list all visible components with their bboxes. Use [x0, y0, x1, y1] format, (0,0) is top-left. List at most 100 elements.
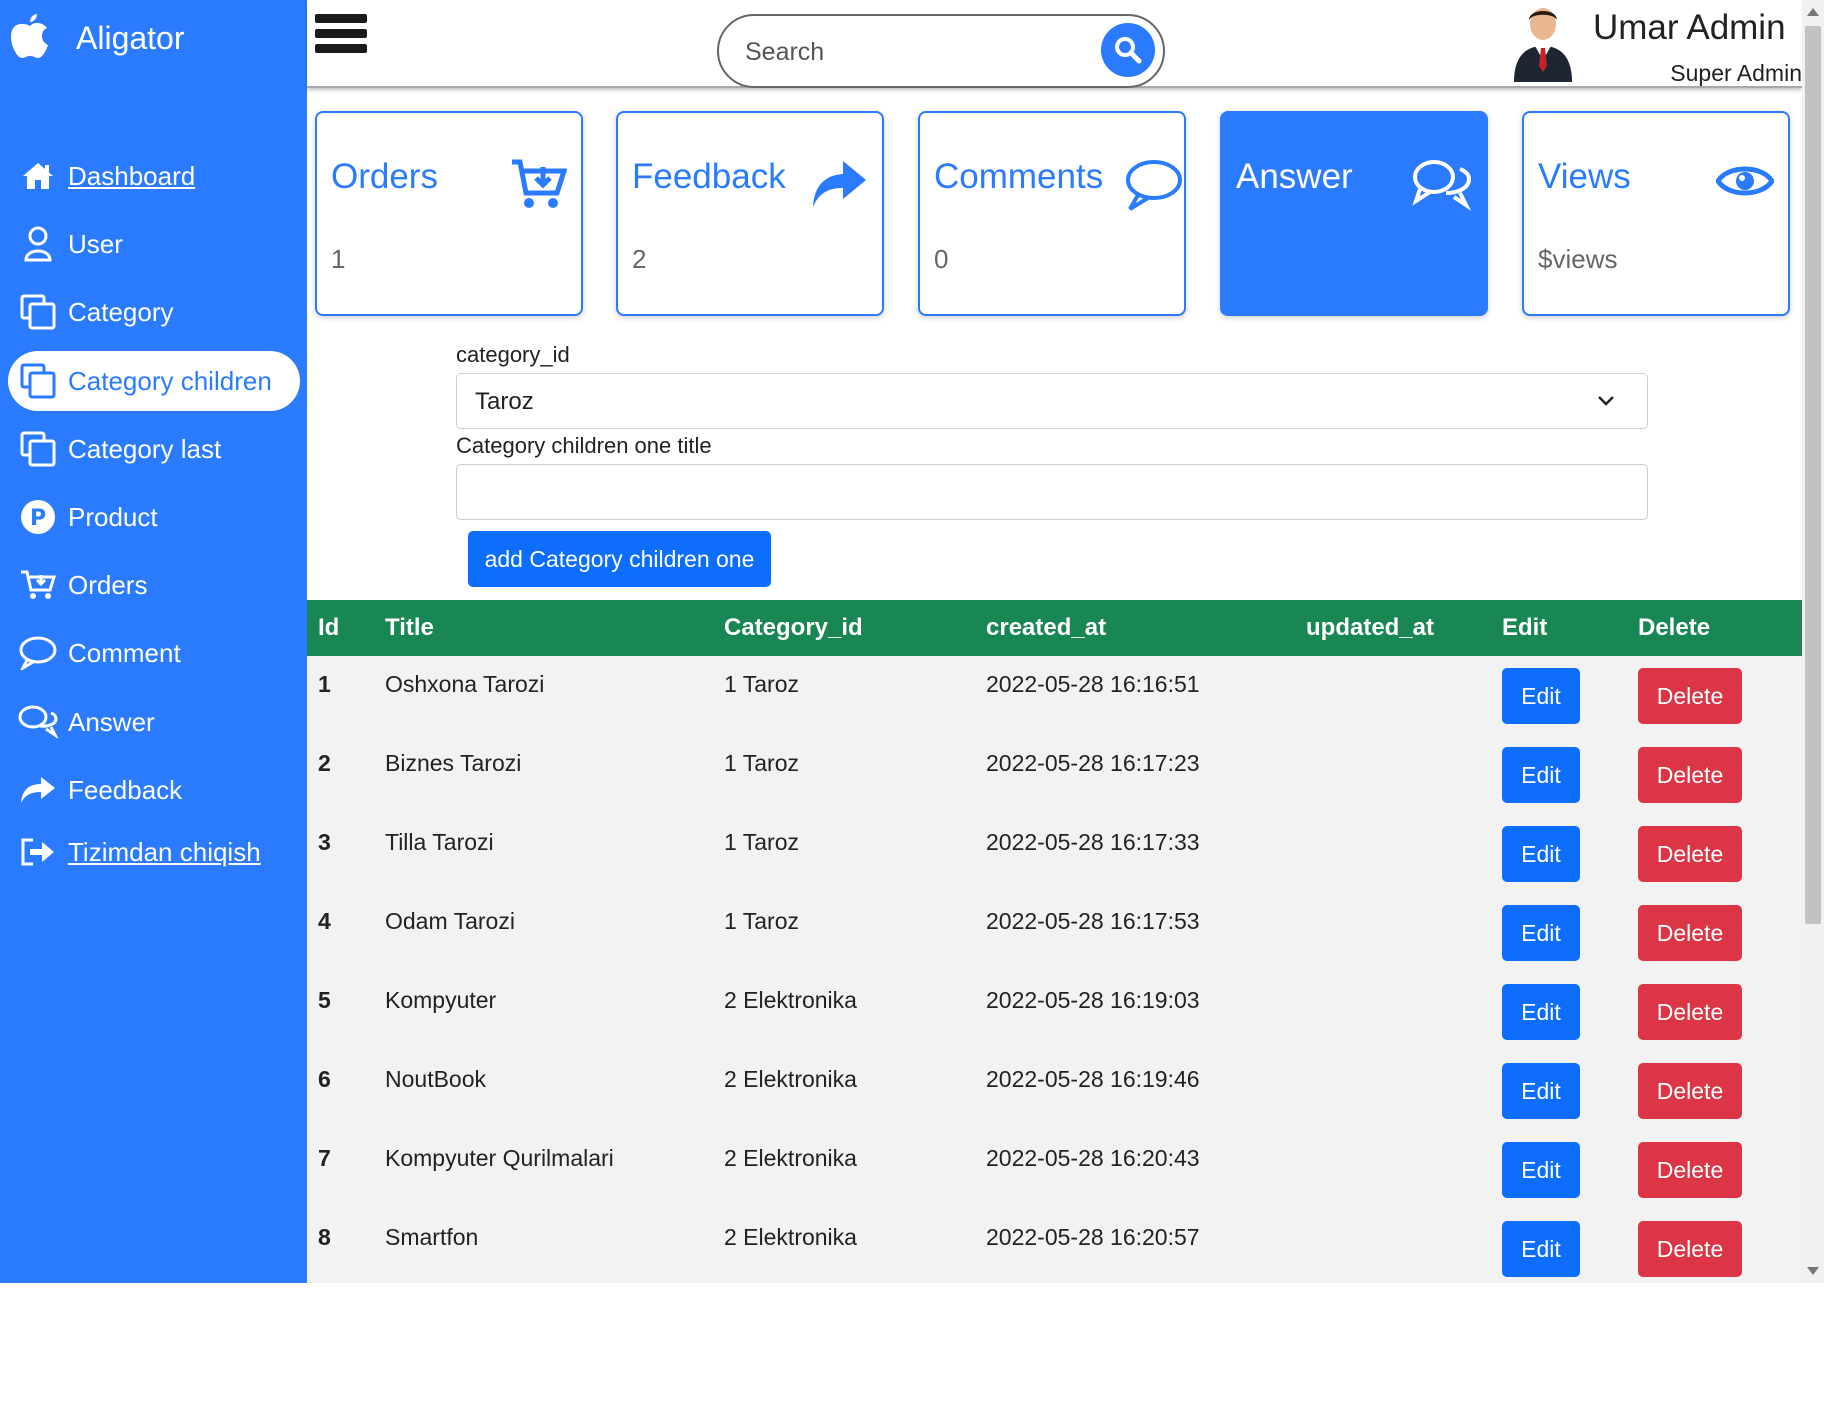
- edit-button[interactable]: Edit: [1502, 1142, 1580, 1198]
- sidebar-item-label: Answer: [68, 706, 155, 737]
- cell-category: 1 Taroz: [724, 671, 800, 697]
- sidebar-item-category-last[interactable]: Category last: [8, 419, 300, 479]
- logout-icon: [8, 837, 68, 867]
- edit-button[interactable]: Edit: [1502, 984, 1580, 1040]
- delete-button[interactable]: Delete: [1638, 1142, 1742, 1198]
- brand-name: Aligator: [76, 19, 185, 56]
- card-title: Orders: [331, 157, 438, 196]
- user-role: Super Admin: [1670, 60, 1802, 86]
- delete-button[interactable]: Delete: [1638, 668, 1742, 724]
- delete-button[interactable]: Delete: [1638, 826, 1742, 882]
- edit-button[interactable]: Edit: [1502, 668, 1580, 724]
- cell-id: 4: [318, 908, 331, 934]
- table-row: 7 Kompyuter Qurilmalari 2 Elektronika 2022-…: [307, 1130, 1802, 1209]
- category-select-value: Taroz: [475, 388, 534, 415]
- cell-id: 2: [318, 750, 331, 776]
- scroll-down-icon[interactable]: [1807, 1267, 1819, 1275]
- search-box: [717, 14, 1165, 88]
- column-header-title: Title: [385, 614, 434, 641]
- product-p-icon: P: [8, 499, 68, 535]
- add-category-children-button[interactable]: add Category children one: [468, 531, 771, 587]
- user-name: Umar Admin: [1593, 8, 1786, 47]
- copy-icon: [8, 294, 68, 330]
- sidebar-item-label: Dashboard: [68, 160, 196, 191]
- sidebar-item-label: Comment: [68, 637, 181, 668]
- delete-button[interactable]: Delete: [1638, 747, 1742, 803]
- edit-button[interactable]: Edit: [1502, 747, 1580, 803]
- cell-title: NoutBook: [385, 1066, 487, 1092]
- delete-button[interactable]: Delete: [1638, 1063, 1742, 1119]
- edit-button[interactable]: Edit: [1502, 1063, 1580, 1119]
- category-select[interactable]: Taroz: [456, 373, 1648, 429]
- column-header-updated-at: updated_at: [1306, 614, 1435, 641]
- column-header-edit: Edit: [1502, 614, 1548, 641]
- comment-icon: [8, 636, 68, 670]
- page-scrollbar[interactable]: [1802, 0, 1824, 1283]
- cell-created-at: 2022-05-28 16:19:46: [986, 1066, 1200, 1092]
- views-card[interactable]: Views $views: [1522, 111, 1790, 316]
- table-row: 5 Kompyuter 2 Elektronika 2022-05-28 16:19:…: [307, 972, 1802, 1051]
- cell-id: 6: [318, 1066, 331, 1092]
- cell-id: 1: [318, 671, 331, 697]
- delete-button[interactable]: Delete: [1638, 905, 1742, 961]
- sidebar-item-label: User: [68, 228, 123, 259]
- edit-button[interactable]: Edit: [1502, 1221, 1580, 1277]
- search-button[interactable]: [1101, 23, 1155, 77]
- cell-created-at: 2022-05-28 16:20:57: [986, 1224, 1200, 1250]
- sidebar-item-logout[interactable]: Tizimdan chiqish: [8, 822, 300, 882]
- sidebar-item-dashboard[interactable]: Dashboard: [8, 146, 300, 206]
- sidebar-item-label: Product: [68, 501, 158, 532]
- scroll-up-icon[interactable]: [1807, 8, 1819, 16]
- cell-category: 1 Taroz: [724, 908, 800, 934]
- edit-button[interactable]: Edit: [1502, 905, 1580, 961]
- title-input[interactable]: [456, 464, 1648, 520]
- sidebar-item-label: Tizimdan chiqish: [68, 836, 261, 867]
- feedback-card[interactable]: Feedback 2: [616, 111, 884, 316]
- sidebar-item-label: Category children: [68, 365, 272, 396]
- comments-card[interactable]: Comments 0: [918, 111, 1186, 316]
- sidebar: Aligator Dashboard User Category Categor…: [0, 0, 307, 1283]
- cell-id: 8: [318, 1224, 331, 1250]
- comments-icon: [8, 705, 68, 739]
- delete-button[interactable]: Delete: [1638, 1221, 1742, 1277]
- column-header-category-id: Category_id: [724, 614, 863, 641]
- comment-icon: [1124, 159, 1182, 216]
- column-header-delete: Delete: [1638, 614, 1711, 641]
- apple-logo-icon: [10, 12, 50, 65]
- orders-card[interactable]: Orders 1: [315, 111, 583, 316]
- column-header-created-at: created_at: [986, 614, 1107, 641]
- answer-card[interactable]: Answer: [1220, 111, 1488, 316]
- cell-created-at: 2022-05-28 16:17:23: [986, 750, 1200, 776]
- sidebar-item-product[interactable]: P Product: [8, 487, 300, 547]
- sidebar-item-feedback[interactable]: Feedback: [8, 760, 300, 820]
- column-header-id: Id: [318, 614, 340, 641]
- cell-category: 2 Elektronika: [724, 1224, 857, 1250]
- card-value: 1: [331, 244, 346, 274]
- cell-title: Smartfon: [385, 1224, 479, 1250]
- cell-title: Biznes Tarozi: [385, 750, 522, 776]
- sidebar-item-category-children[interactable]: Category children: [8, 351, 300, 411]
- cell-title: Kompyuter Qurilmalari: [385, 1145, 614, 1171]
- copy-icon: [8, 363, 68, 399]
- brand[interactable]: Aligator: [10, 8, 185, 68]
- sidebar-item-user[interactable]: User: [8, 214, 300, 274]
- card-value: 0: [934, 244, 949, 274]
- cell-title: Tilla Tarozi: [385, 829, 494, 855]
- menu-toggle-icon[interactable]: [315, 14, 367, 58]
- sidebar-item-orders[interactable]: Orders: [8, 555, 300, 615]
- card-title: Feedback: [632, 157, 786, 196]
- table-row: 1 Oshxona Tarozi 1 Taroz 2022-05-28 16:16:5…: [307, 656, 1802, 735]
- scroll-thumb[interactable]: [1805, 26, 1821, 924]
- card-title: Answer: [1236, 157, 1353, 196]
- search-input[interactable]: [745, 34, 1075, 70]
- table-header: Id Title Category_id created_at updated_…: [307, 600, 1802, 656]
- avatar[interactable]: [1510, 4, 1576, 82]
- sidebar-item-comment[interactable]: Comment: [8, 623, 300, 683]
- table-row: 8 Smartfon 2 Elektronika 2022-05-28 16:20:5…: [307, 1209, 1802, 1283]
- sidebar-item-category[interactable]: Category: [8, 282, 300, 342]
- sidebar-item-answer[interactable]: Answer: [8, 692, 300, 752]
- table-row: 3 Tilla Tarozi 1 Taroz 2022-05-28 16:17:33 E…: [307, 814, 1802, 893]
- delete-button[interactable]: Delete: [1638, 984, 1742, 1040]
- edit-button[interactable]: Edit: [1502, 826, 1580, 882]
- cart-download-icon: [511, 159, 568, 216]
